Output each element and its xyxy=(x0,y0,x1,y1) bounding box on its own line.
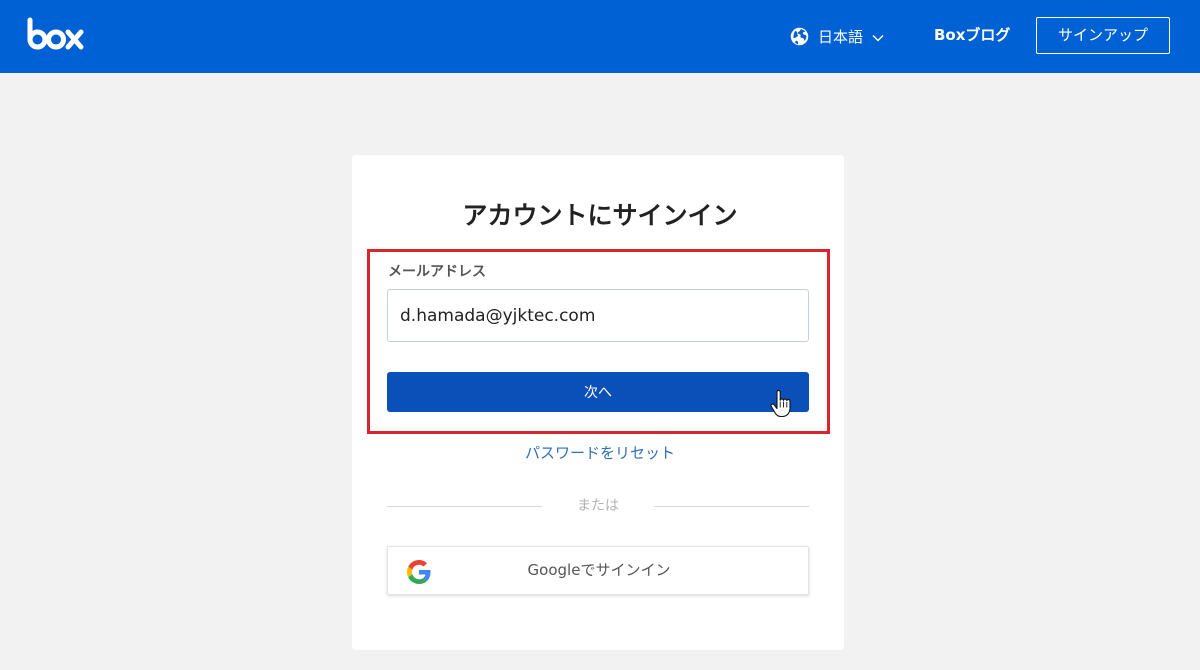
language-label: 日本語 xyxy=(818,27,864,46)
google-signin-button[interactable]: Googleでサインイン xyxy=(387,546,809,595)
language-selector[interactable]: 日本語 xyxy=(790,25,884,47)
hand-pointer-cursor-icon xyxy=(770,390,791,418)
chevron-down-icon xyxy=(872,34,884,41)
page-title: アカウントにサインイン xyxy=(462,201,738,230)
email-field[interactable] xyxy=(387,289,809,342)
signup-button[interactable]: サインアップ xyxy=(1036,17,1170,54)
or-separator-label: または xyxy=(577,498,619,514)
divider-right xyxy=(654,506,809,507)
globe-icon xyxy=(790,27,809,45)
box-blog-link[interactable]: Boxブログ xyxy=(934,24,1010,46)
top-nav-bar: 日本語 Boxブログ サインアップ xyxy=(0,0,1200,73)
google-signin-label: Googleでサインイン xyxy=(527,561,671,579)
box-logo-icon[interactable] xyxy=(26,17,86,53)
email-field-label: メールアドレス xyxy=(388,264,486,280)
reset-password-link[interactable]: パスワードをリセット xyxy=(0,442,1200,464)
divider-left xyxy=(387,506,542,507)
next-button[interactable]: 次へ xyxy=(387,372,809,412)
